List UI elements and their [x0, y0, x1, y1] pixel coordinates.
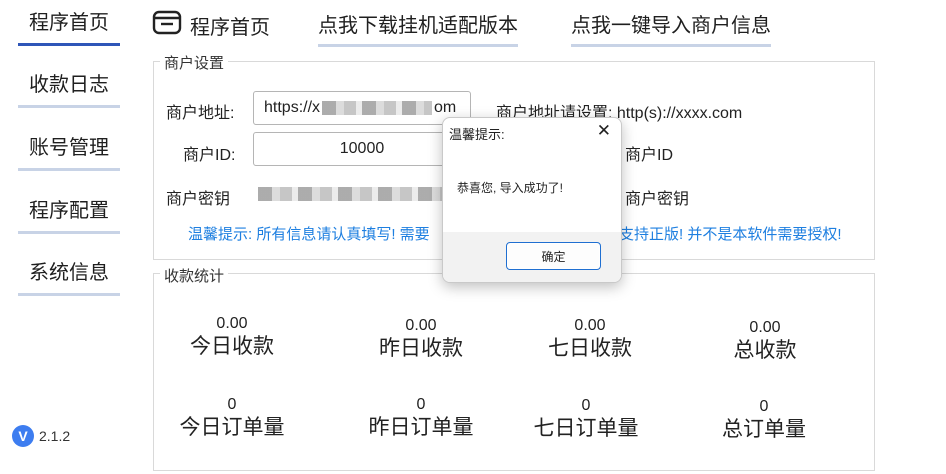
stat-value: 0.00	[749, 319, 781, 336]
close-icon[interactable]: ✕	[597, 121, 611, 141]
download-adapter-link[interactable]: 点我下载挂机适配版本	[318, 9, 518, 47]
sidebar-item-label: 收款日志	[29, 74, 109, 96]
stat-total-amount: 0.00 总收款	[705, 318, 825, 364]
item-underline	[18, 168, 120, 171]
merchant-address-input[interactable]: https://x om	[253, 91, 471, 125]
stat-value: 0.00	[216, 315, 248, 332]
stat-label: 总订单量	[722, 418, 806, 441]
sidebar-item-payment-log[interactable]: 收款日志	[18, 72, 120, 108]
sidebar-item-label: 程序首页	[29, 12, 109, 34]
merchant-key-hint: 商户密钥	[625, 191, 690, 208]
import-success-dialog: 温馨提示: ✕ 恭喜您, 导入成功了! 确定	[442, 117, 622, 283]
item-underline	[18, 293, 120, 296]
sidebar-item-home[interactable]: 程序首页	[18, 10, 120, 46]
stat-value: 0.00	[574, 317, 606, 334]
merchant-id-label: 商户ID:	[183, 147, 236, 164]
version-info: V 2.1.2	[12, 425, 70, 447]
stat-week-amount: 0.00 七日收款	[530, 316, 650, 362]
ok-button[interactable]: 确定	[506, 242, 601, 270]
page-title-text: 程序首页	[190, 16, 270, 39]
sidebar-item-system-info[interactable]: 系统信息	[18, 260, 120, 296]
stat-total-orders: 0 总订单量	[704, 397, 824, 443]
stat-label: 七日订单量	[533, 417, 639, 440]
page-title: 程序首页	[152, 9, 270, 41]
stat-label: 七日收款	[548, 337, 632, 360]
active-indicator	[18, 43, 120, 46]
sidebar-item-account[interactable]: 账号管理	[18, 135, 120, 171]
stat-value: 0	[227, 396, 237, 413]
redacted-blur	[322, 101, 433, 115]
stats-title: 收款统计	[160, 265, 229, 286]
stat-value: 0	[581, 397, 591, 414]
merchant-address-label: 商户地址:	[166, 105, 235, 122]
stat-today-orders: 0 今日订单量	[172, 395, 292, 441]
merchant-id-value: 10000	[339, 140, 385, 157]
dialog-footer: 确定	[443, 232, 621, 282]
stat-value: 0	[416, 396, 426, 413]
version-badge-icon: V	[12, 425, 34, 447]
merchant-id-input[interactable]: 10000	[253, 132, 471, 166]
stat-label: 今日订单量	[179, 416, 285, 439]
sidebar-item-label: 系统信息	[29, 262, 109, 284]
stat-label: 昨日订单量	[368, 416, 474, 439]
stat-yesterday-orders: 0 昨日订单量	[361, 395, 481, 441]
stat-label: 总收款	[733, 339, 797, 362]
stat-today-amount: 0.00 今日收款	[172, 314, 292, 360]
version-number: 2.1.2	[39, 428, 71, 444]
address-value-end: om	[434, 99, 457, 116]
warning-tip-right: 支持正版! 并不是本软件需要授权!	[619, 226, 842, 243]
merchant-id-hint: 商户ID	[625, 147, 674, 164]
sidebar-item-label: 账号管理	[29, 137, 109, 159]
menu-icon	[152, 9, 182, 41]
link-label: 点我一键导入商户信息	[571, 15, 771, 37]
item-underline	[18, 231, 120, 234]
link-underline	[571, 44, 771, 47]
dialog-title: 温馨提示:	[449, 127, 505, 142]
warning-tip-left: 温馨提示: 所有信息请认真填写! 需要	[188, 226, 430, 243]
stat-value: 0.00	[405, 317, 437, 334]
link-underline	[318, 44, 518, 47]
sidebar-item-config[interactable]: 程序配置	[18, 198, 120, 234]
address-value-start: https://x	[264, 99, 321, 116]
import-merchant-link[interactable]: 点我一键导入商户信息	[571, 9, 771, 47]
merchant-key-input[interactable]	[258, 187, 442, 201]
link-label: 点我下载挂机适配版本	[318, 15, 518, 37]
merchant-settings-title: 商户设置	[160, 52, 229, 73]
stat-yesterday-amount: 0.00 昨日收款	[361, 316, 481, 362]
stat-label: 今日收款	[190, 335, 274, 358]
stat-label: 昨日收款	[379, 337, 463, 360]
dialog-message: 恭喜您, 导入成功了!	[457, 181, 564, 195]
item-underline	[18, 105, 120, 108]
stat-week-orders: 0 七日订单量	[526, 396, 646, 442]
sidebar-item-label: 程序配置	[29, 200, 109, 222]
merchant-key-label: 商户密钥	[166, 191, 231, 208]
stat-value: 0	[759, 398, 769, 415]
